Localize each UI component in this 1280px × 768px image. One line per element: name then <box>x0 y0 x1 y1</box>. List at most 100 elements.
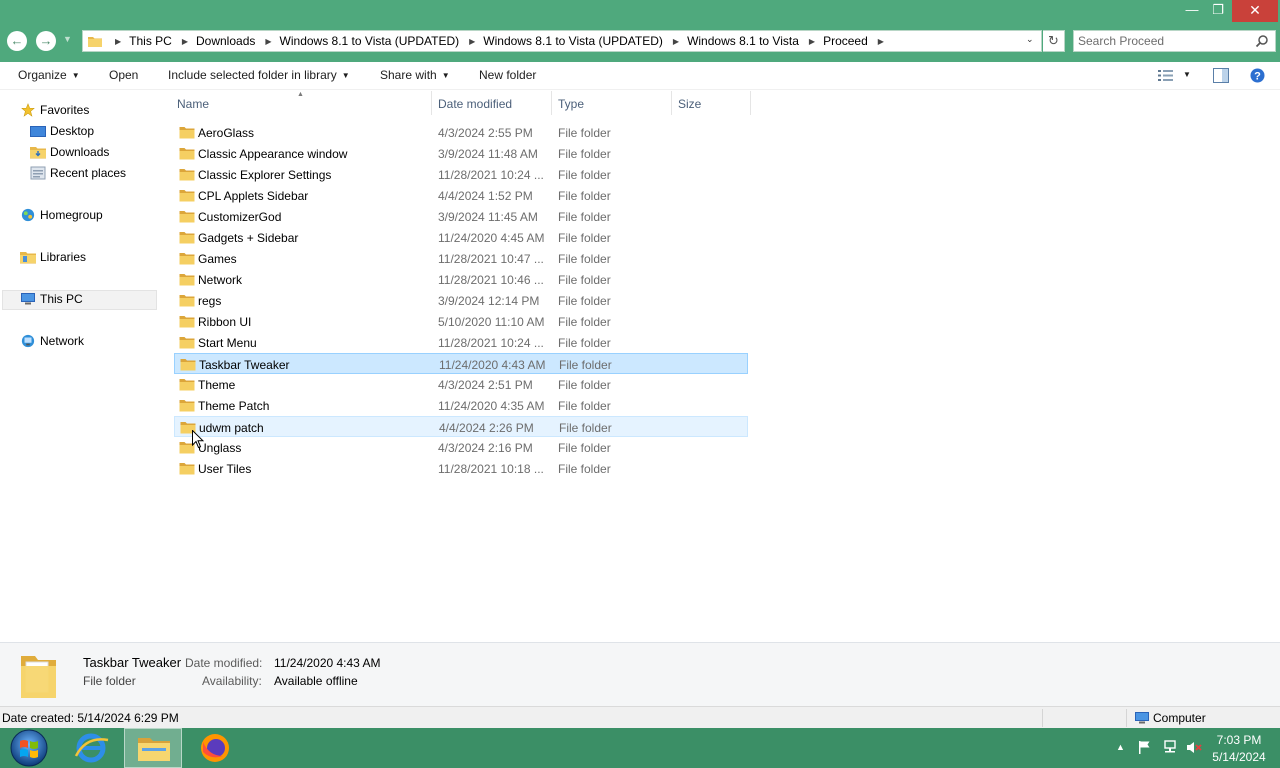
window-frame: — ❐ ✕ ← → ▼ ▶ This PC ▶ Downloads ▶ Wind… <box>0 0 1280 62</box>
address-dropdown-icon[interactable]: ⌄ <box>1026 34 1034 45</box>
taskbar-file-explorer[interactable] <box>124 728 182 768</box>
chevron-right-icon[interactable]: ▶ <box>469 37 475 46</box>
file-name: Network <box>198 273 243 287</box>
breadcrumb-proceed[interactable]: Proceed <box>823 34 868 48</box>
file-date-modified: 5/10/2020 11:10 AM <box>438 315 545 329</box>
include-in-library-menu[interactable]: Include selected folder in library ▼ <box>168 68 350 82</box>
help-icon[interactable]: ? <box>1250 68 1265 83</box>
breadcrumb-vista-updated-2[interactable]: Windows 8.1 to Vista (UPDATED) <box>483 34 663 48</box>
nav-libraries[interactable]: Libraries <box>20 247 86 267</box>
nav-network[interactable]: Network <box>20 331 84 351</box>
refresh-button[interactable]: ↻ <box>1043 30 1065 52</box>
breadcrumb-downloads[interactable]: Downloads <box>196 34 255 48</box>
network-status-icon[interactable] <box>1162 740 1178 755</box>
column-divider[interactable] <box>750 91 751 115</box>
chevron-right-icon[interactable]: ▶ <box>878 37 884 46</box>
status-bar: Date created: 5/14/2024 6:29 PM Computer <box>0 706 1280 728</box>
breadcrumb-vista[interactable]: Windows 8.1 to Vista <box>687 34 799 48</box>
file-row[interactable]: udwm patch 4/4/2024 2:26 PM File folder <box>174 416 748 437</box>
organize-menu[interactable]: Organize ▼ <box>18 68 80 82</box>
file-row[interactable]: Taskbar Tweaker 11/24/2020 4:43 AM File fo… <box>174 353 748 374</box>
clock-date[interactable]: 5/14/2024 <box>1206 750 1272 764</box>
file-date-modified: 4/4/2024 2:26 PM <box>439 421 534 435</box>
view-options-icon[interactable] <box>1158 69 1174 82</box>
start-button-windows-icon[interactable] <box>8 729 50 767</box>
address-bar[interactable]: ▶ This PC ▶ Downloads ▶ Windows 8.1 to V… <box>82 30 1042 52</box>
tray-overflow-icon[interactable]: ▲ <box>1116 742 1125 752</box>
folder-icon <box>179 295 195 307</box>
nav-homegroup[interactable]: Homegroup <box>20 205 103 225</box>
include-library-label: Include selected folder in library <box>168 68 337 82</box>
nav-recent-places-label: Recent places <box>50 166 127 180</box>
nav-downloads-label: Downloads <box>50 145 110 159</box>
column-divider[interactable] <box>551 91 552 115</box>
chevron-right-icon[interactable]: ▶ <box>809 37 815 46</box>
search-box[interactable] <box>1073 30 1276 52</box>
details-availability-value[interactable]: Available offline <box>274 674 358 688</box>
file-date-modified: 3/9/2024 11:48 AM <box>438 147 538 161</box>
chevron-right-icon[interactable]: ▶ <box>115 37 121 46</box>
homegroup-icon <box>21 208 35 221</box>
file-row[interactable]: Classic Appearance window 3/9/2024 11:48 … <box>174 143 748 164</box>
column-header-name[interactable]: Name <box>177 97 209 111</box>
maximize-button[interactable]: ❐ <box>1206 0 1230 22</box>
breadcrumb-this-pc[interactable]: This PC <box>129 34 172 48</box>
minimize-button[interactable]: — <box>1180 0 1204 22</box>
file-row[interactable]: Theme 4/3/2024 2:51 PM File folder <box>174 374 748 395</box>
chevron-right-icon[interactable]: ▶ <box>182 37 188 46</box>
file-date-modified: 3/9/2024 11:45 AM <box>438 210 538 224</box>
clock-time[interactable]: 7:03 PM <box>1206 733 1272 747</box>
file-name: Unglass <box>198 441 242 455</box>
new-folder-button[interactable]: New folder <box>479 68 536 82</box>
breadcrumb-vista-updated-1[interactable]: Windows 8.1 to Vista (UPDATED) <box>280 34 460 48</box>
file-row[interactable]: regs 3/9/2024 12:14 PM File folder <box>174 290 748 311</box>
file-row[interactable]: Start Menu 11/28/2021 10:24 ... File folde… <box>174 332 748 353</box>
file-date-modified: 4/3/2024 2:55 PM <box>438 126 533 140</box>
file-row[interactable]: Ribbon UI 5/10/2020 11:10 AM File folder <box>174 311 748 332</box>
file-name: Gadgets + Sidebar <box>198 231 299 245</box>
nav-this-pc[interactable]: This PC <box>20 289 83 309</box>
close-button[interactable]: ✕ <box>1232 0 1278 22</box>
chevron-right-icon[interactable]: ▶ <box>673 37 679 46</box>
preview-pane-icon[interactable] <box>1213 68 1229 83</box>
file-date-modified: 3/9/2024 12:14 PM <box>438 294 540 308</box>
recent-locations-chevron-icon[interactable]: ▼ <box>63 34 72 44</box>
column-header-date-modified[interactable]: Date modified <box>438 97 512 111</box>
view-dropdown-icon[interactable]: ▼ <box>1183 70 1191 79</box>
computer-icon <box>1135 712 1149 724</box>
nav-recent-places[interactable]: Recent places <box>30 163 126 183</box>
file-list: ▲ Name Date modified Type Size AeroGlass… <box>172 91 1280 642</box>
status-zone: Computer <box>1153 711 1206 725</box>
open-button[interactable]: Open <box>109 68 138 82</box>
nav-desktop[interactable]: Desktop <box>30 121 94 141</box>
file-row[interactable]: Classic Explorer Settings 11/28/2021 10:2… <box>174 164 748 185</box>
file-row[interactable]: CustomizerGod 3/9/2024 11:45 AM File folde… <box>174 206 748 227</box>
internet-explorer-icon[interactable] <box>62 728 120 768</box>
search-input[interactable] <box>1078 33 1253 49</box>
firefox-icon[interactable] <box>186 728 244 768</box>
share-with-menu[interactable]: Share with ▼ <box>380 68 450 82</box>
file-type: File folder <box>558 294 611 308</box>
column-header-type[interactable]: Type <box>558 97 584 111</box>
file-row[interactable]: AeroGlass 4/3/2024 2:55 PM File folder <box>174 122 748 143</box>
file-date-modified: 4/3/2024 2:51 PM <box>438 378 533 392</box>
column-header-size[interactable]: Size <box>678 97 701 111</box>
chevron-right-icon[interactable]: ▶ <box>265 37 271 46</box>
nav-favorites[interactable]: Favorites <box>20 100 89 120</box>
file-row[interactable]: User Tiles 11/28/2021 10:18 ... File folde… <box>174 458 748 479</box>
column-divider[interactable] <box>671 91 672 115</box>
search-icon[interactable] <box>1255 34 1269 48</box>
column-divider[interactable] <box>431 91 432 115</box>
file-row[interactable]: Network 11/28/2021 10:46 ... File folder <box>174 269 748 290</box>
file-row[interactable]: Games 11/28/2021 10:47 ... File folder <box>174 248 748 269</box>
nav-network-label: Network <box>40 334 85 348</box>
file-row[interactable]: CPL Applets Sidebar 4/4/2024 1:52 PM File … <box>174 185 748 206</box>
action-center-flag-icon[interactable] <box>1138 740 1152 755</box>
nav-downloads[interactable]: Downloads <box>30 142 109 162</box>
forward-button[interactable]: → <box>36 31 56 51</box>
back-button[interactable]: ← <box>7 31 27 51</box>
file-row[interactable]: Unglass 4/3/2024 2:16 PM File folder <box>174 437 748 458</box>
file-row[interactable]: Gadgets + Sidebar 11/24/2020 4:45 AM File … <box>174 227 748 248</box>
volume-muted-icon[interactable] <box>1186 740 1202 755</box>
file-row[interactable]: Theme Patch 11/24/2020 4:35 AM File folder <box>174 395 748 416</box>
